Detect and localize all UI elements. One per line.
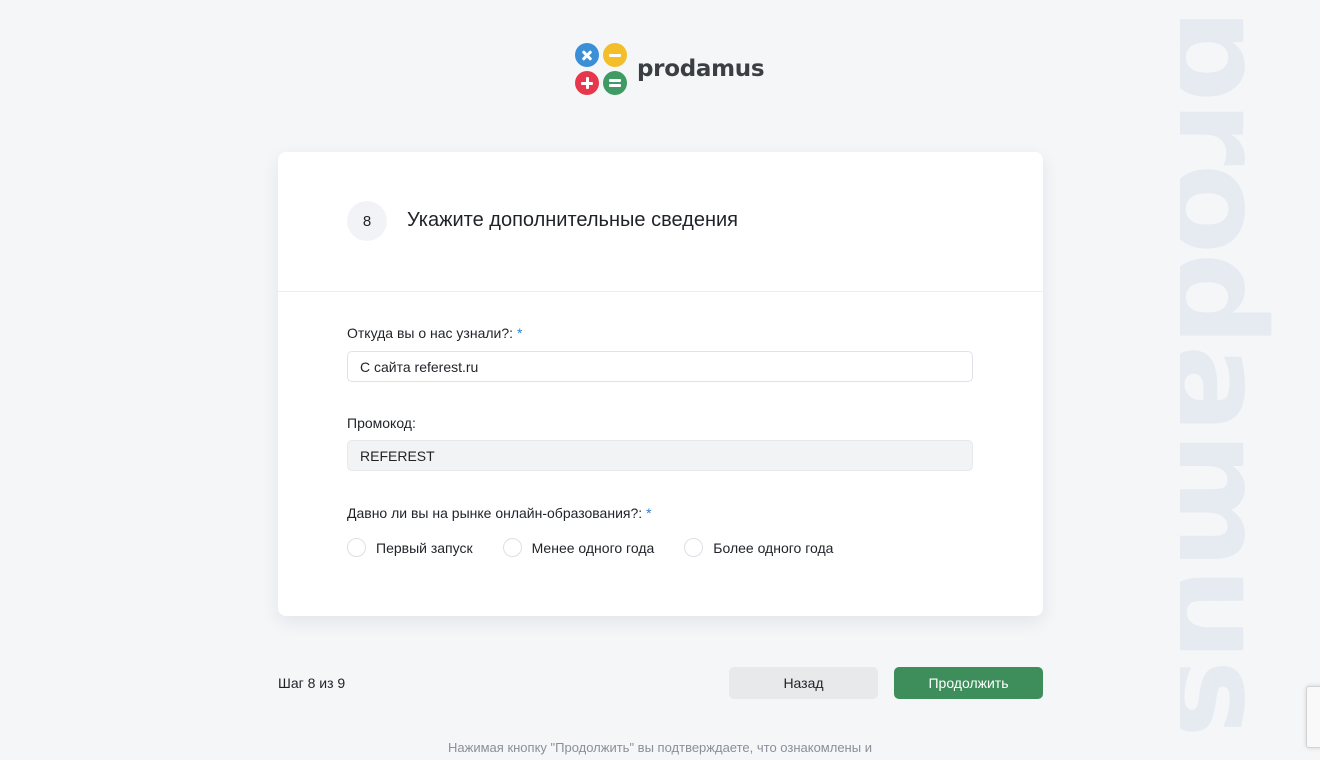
radio-button[interactable] (684, 538, 704, 557)
recaptcha-badge[interactable] (1306, 686, 1320, 748)
radio-option-more-than-year[interactable]: Более одного года (684, 538, 833, 557)
logo-wordmark: prodamus (637, 56, 765, 82)
radio-option-less-than-year[interactable]: Менее одного года (502, 538, 655, 557)
equals-icon (603, 71, 627, 95)
experience-radio-group: Первый запуск Менее одного года Более од… (347, 538, 863, 557)
continue-button[interactable]: Продолжить (894, 667, 1043, 699)
step-counter: Шаг 8 из 9 (278, 675, 346, 691)
promo-code-input[interactable] (347, 440, 973, 471)
radio-label: Первый запуск (376, 539, 473, 556)
plus-icon (575, 71, 599, 95)
required-asterisk: * (646, 505, 652, 521)
card-header: 8 Укажите дополнительные сведения (278, 152, 1043, 292)
logo-icon-grid (575, 43, 627, 95)
experience-label-text: Давно ли вы на рынке онлайн-образования?… (347, 505, 643, 521)
experience-field-label: Давно ли вы на рынке онлайн-образования?… (347, 505, 652, 521)
brand-watermark-text: prodamus (1180, 8, 1293, 736)
prodamus-logo: prodamus (575, 43, 765, 95)
radio-label: Более одного года (713, 539, 834, 556)
radio-button[interactable] (502, 538, 522, 557)
brand-watermark: prodamus (1180, 0, 1320, 760)
source-input[interactable] (347, 351, 973, 382)
form-card: 8 Укажите дополнительные сведения Откуда… (278, 152, 1043, 616)
back-button[interactable]: Назад (729, 667, 878, 699)
source-field-label: Откуда вы о нас узнали?: * (347, 325, 523, 341)
consent-note: Нажимая кнопку "Продолжить" вы подтвержд… (448, 740, 872, 755)
radio-option-first-launch[interactable]: Первый запуск (347, 538, 473, 557)
radio-label: Менее одного года (531, 539, 655, 556)
radio-button[interactable] (347, 538, 366, 557)
promo-field-label: Промокод: (347, 415, 416, 431)
promo-label-text: Промокод: (347, 415, 416, 431)
step-number-badge: 8 (347, 201, 387, 241)
minus-icon (603, 43, 627, 67)
step-title: Укажите дополнительные сведения (407, 209, 738, 231)
multiply-icon (575, 43, 599, 67)
source-label-text: Откуда вы о нас узнали?: (347, 325, 514, 341)
required-asterisk: * (517, 325, 523, 341)
